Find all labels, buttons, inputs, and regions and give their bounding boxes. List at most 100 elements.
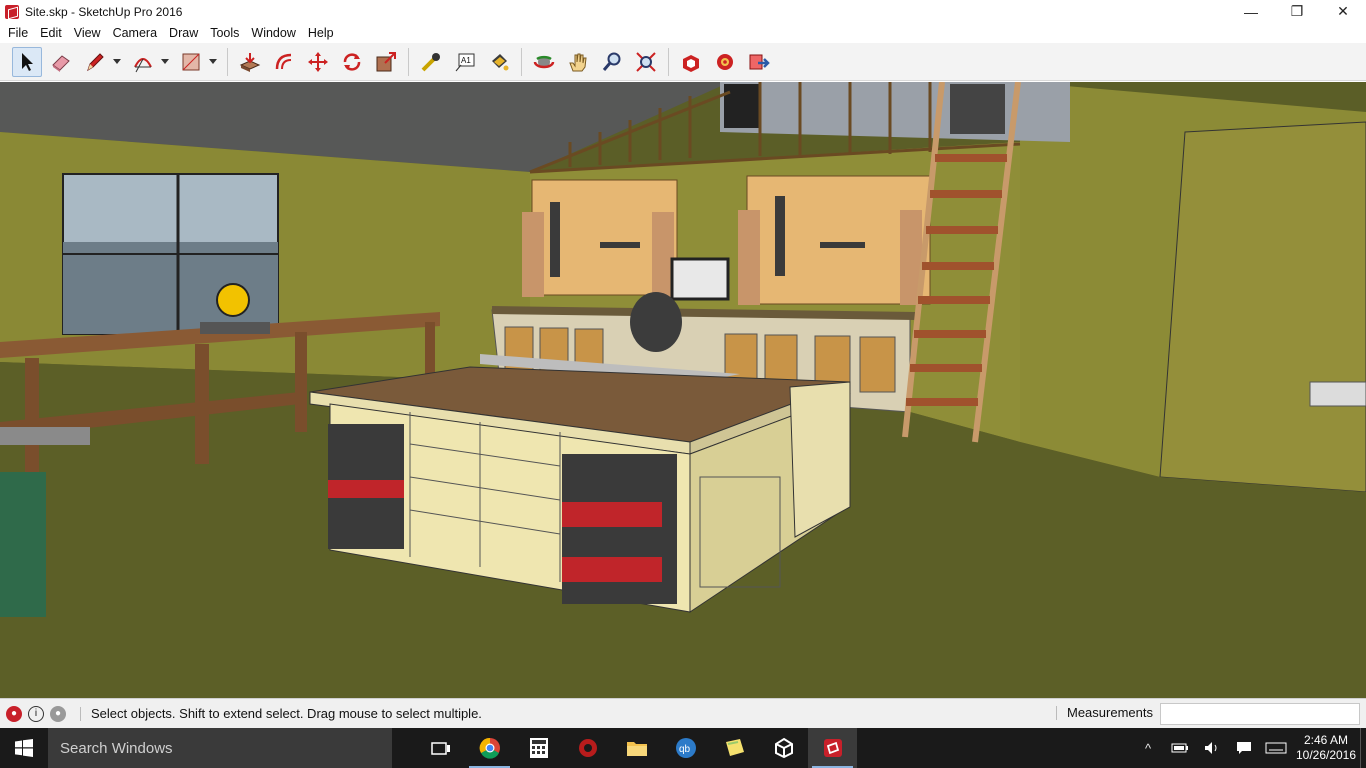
clock-time: 2:46 AM	[1303, 733, 1349, 747]
eraser-tool-button[interactable]	[46, 47, 76, 77]
show-desktop-button[interactable]	[1360, 728, 1366, 768]
user-account-icon[interactable]: ●	[50, 705, 66, 722]
magnifier-icon	[602, 52, 621, 71]
start-button[interactable]	[0, 728, 48, 768]
rectangle-dropdown[interactable]	[208, 47, 218, 77]
quickbooks-icon-label: qb	[679, 744, 691, 755]
zoom-extents-icon	[636, 51, 656, 72]
scale-icon	[376, 51, 396, 71]
menu-view[interactable]: View	[68, 23, 107, 43]
paint-bucket-icon	[492, 53, 509, 70]
title-bar: Site.skp - SketchUp Pro 2016 — ❐ ✕	[0, 0, 1366, 23]
battery-icon[interactable]	[1164, 728, 1196, 768]
extension-warehouse-tool-button[interactable]	[710, 47, 740, 77]
arc-dropdown[interactable]	[160, 47, 170, 77]
volume-icon[interactable]	[1196, 728, 1228, 768]
edge-tool-right	[1309, 381, 1366, 407]
push-pull-tool-button[interactable]	[235, 47, 265, 77]
taskbar-sticky-notes[interactable]	[710, 728, 759, 768]
rotate-tool-button[interactable]	[337, 47, 367, 77]
menu-draw[interactable]: Draw	[163, 23, 204, 43]
close-button[interactable]: ✕	[1320, 0, 1366, 23]
rotate-icon	[343, 52, 361, 71]
red-gear-icon	[578, 739, 597, 757]
menu-tools[interactable]: Tools	[204, 23, 245, 43]
select-tool-button[interactable]	[12, 46, 42, 77]
move-tool-button[interactable]	[303, 47, 333, 77]
taskbar-clock[interactable]: 2:46 AM 10/26/2016	[1292, 733, 1360, 763]
pencil-tool-button[interactable]	[80, 47, 110, 77]
taskbar-calculator[interactable]	[514, 728, 563, 768]
loft-window	[724, 84, 760, 128]
warehouse-icon	[683, 54, 699, 72]
zoom-tool-button[interactable]	[597, 47, 627, 77]
window-reflection	[63, 242, 278, 334]
paint-bucket-tool-button[interactable]	[484, 47, 514, 77]
model-viewport[interactable]	[0, 82, 1366, 698]
toolbar-separator	[408, 47, 409, 76]
loft-cabinet	[950, 84, 1005, 134]
scale-tool-button[interactable]	[371, 47, 401, 77]
rectangle-icon	[182, 53, 200, 70]
miter-saw	[216, 283, 250, 317]
pan-tool-button[interactable]	[563, 47, 593, 77]
minimize-button[interactable]: —	[1228, 0, 1274, 23]
action-center-icon[interactable]	[1228, 728, 1260, 768]
computer-monitor	[670, 257, 730, 301]
menu-window[interactable]: Window	[245, 23, 301, 43]
sketchup-app-icon[interactable]	[5, 4, 19, 19]
toolbar-separator	[521, 47, 522, 76]
office-chair	[630, 292, 682, 352]
menu-edit[interactable]: Edit	[34, 23, 68, 43]
keyboard-icon[interactable]	[1260, 728, 1292, 768]
push-pull-icon	[239, 52, 261, 72]
measurements-label: Measurements	[1056, 706, 1153, 720]
search-box[interactable]: Search Windows	[48, 728, 392, 768]
status-bar: ● i ● Select objects. Shift to extend se…	[0, 698, 1366, 728]
keyboard-glyph	[1265, 742, 1287, 754]
taskbar-sketchup[interactable]	[808, 728, 857, 768]
unity-icon	[774, 737, 793, 759]
menu-bar: File Edit View Camera Draw Tools Window …	[0, 23, 1366, 43]
text-tool-button[interactable]: A1	[450, 47, 480, 77]
taskbar-quickbooks[interactable]: qb	[661, 728, 710, 768]
orbit-tool-button[interactable]	[529, 47, 559, 77]
zoom-extents-tool-button[interactable]	[631, 47, 661, 77]
geolocation-icon[interactable]: ●	[6, 705, 22, 722]
pencil-dropdown[interactable]	[112, 47, 122, 77]
rectangle-tool-button[interactable]	[176, 47, 206, 77]
message-glyph	[1237, 742, 1251, 754]
large-tool-set-toolbar: A1	[0, 43, 1366, 81]
offset-icon	[275, 53, 292, 69]
show-hidden-icons-chevron[interactable]: ^	[1132, 728, 1164, 768]
taskbar-red-app[interactable]	[563, 728, 612, 768]
arrow-cursor-icon	[22, 52, 33, 71]
measurements-input[interactable]	[1160, 703, 1360, 725]
arc-icon	[134, 57, 152, 72]
menu-file[interactable]: File	[2, 23, 34, 43]
clock-date: 10/26/2016	[1295, 748, 1357, 762]
credits-info-icon[interactable]: i	[28, 705, 44, 722]
island-clamp-rack-left	[328, 424, 404, 549]
quickbooks-icon: qb	[675, 738, 696, 758]
taskbar-file-explorer[interactable]	[612, 728, 661, 768]
hand-icon	[569, 53, 587, 71]
menu-camera[interactable]: Camera	[107, 23, 163, 43]
menu-help[interactable]: Help	[302, 23, 340, 43]
task-view-button[interactable]	[416, 728, 465, 768]
move-icon	[308, 51, 328, 72]
3d-warehouse-tool-button[interactable]	[676, 47, 706, 77]
table-saw-wing	[0, 427, 90, 445]
windows-logo-icon	[15, 739, 33, 757]
taskbar-unity[interactable]	[759, 728, 808, 768]
share-model-tool-button[interactable]	[744, 47, 774, 77]
offset-tool-button[interactable]	[269, 47, 299, 77]
tape-measure-tool-button[interactable]	[416, 47, 446, 77]
arc-tool-button[interactable]	[128, 47, 158, 77]
folder-icon	[626, 742, 647, 756]
sketchup-icon	[823, 739, 842, 757]
maximize-button[interactable]: ❐	[1274, 0, 1320, 23]
taskbar-chrome[interactable]	[465, 728, 514, 768]
speaker-glyph	[1205, 742, 1217, 754]
partition-wall	[1159, 121, 1366, 493]
